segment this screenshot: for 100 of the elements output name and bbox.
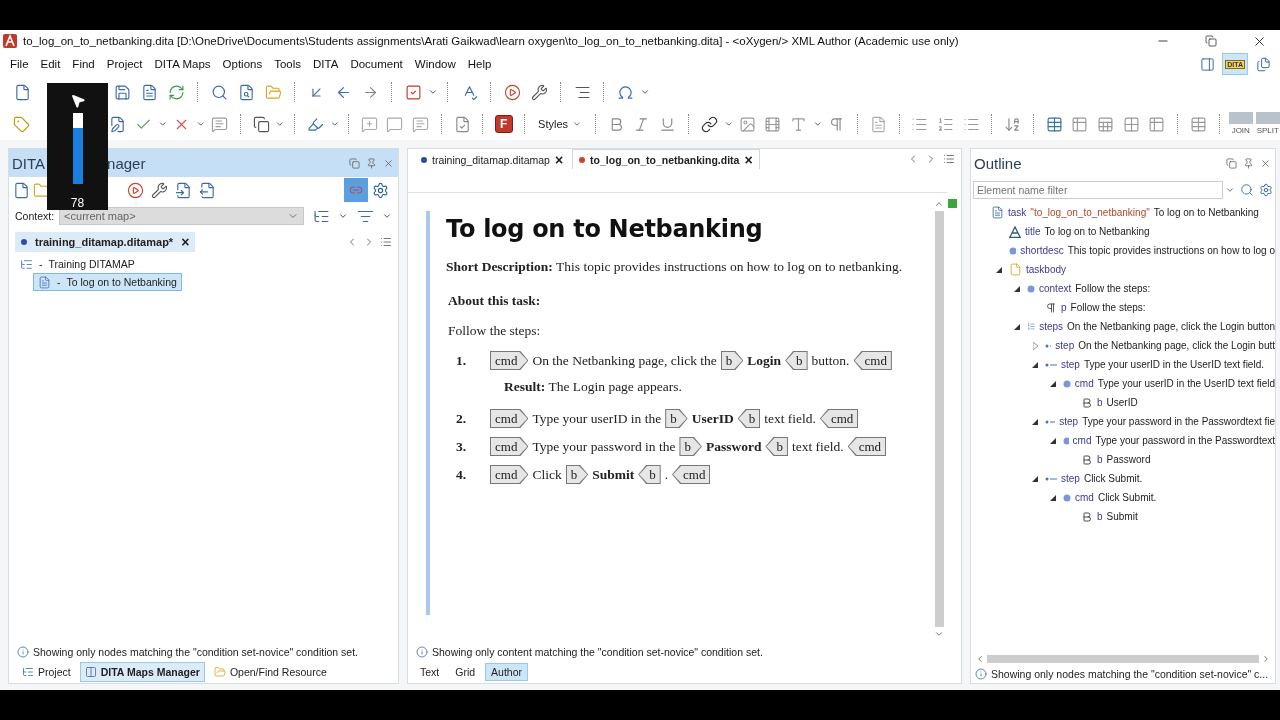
start-tag-marker[interactable]: cmd xyxy=(490,351,529,370)
mode-tab[interactable]: Author xyxy=(485,663,529,681)
element-text: Submit xyxy=(1106,511,1138,522)
element-text: Follow the steps: xyxy=(1070,302,1146,313)
tab-close-button[interactable]: × xyxy=(554,151,564,168)
step-text: text field. xyxy=(791,438,844,455)
element-name: shortdesc xyxy=(1020,245,1064,256)
step-result: Result: The Login page appears. xyxy=(504,379,683,395)
element-name: context xyxy=(1039,283,1072,294)
start-tag-marker[interactable]: cmd xyxy=(490,465,529,484)
element-text: To log on to Netbanking xyxy=(1153,207,1259,218)
element-text: Follow the steps: xyxy=(1075,283,1151,294)
start-tag-marker[interactable]: b xyxy=(679,437,702,456)
context-label: Context: xyxy=(15,210,55,222)
menu-item[interactable]: Options xyxy=(216,58,269,70)
element-id: "to_log_on_to_netbanking" xyxy=(1030,207,1150,218)
end-tag-marker[interactable]: b xyxy=(737,409,761,428)
window-title: to_log_on_to_netbanking.dita [D:\OneDrive\Documents\Students assignments\Arati Gaikwad\learn oxygen\to_log_on_to_netbanking.dita] - <oXygen/> XML Author (Academic use only) xyxy=(23,35,960,47)
menu-item[interactable]: Window xyxy=(408,58,462,70)
step-number: 1. xyxy=(456,352,468,369)
menu-item[interactable]: DITA xyxy=(307,58,345,70)
document-title: To log on to Netbanking xyxy=(446,215,764,243)
start-tag-marker[interactable]: b xyxy=(565,465,589,484)
bold-text: UserID xyxy=(691,410,734,427)
tab-close-button[interactable]: × xyxy=(181,234,190,250)
step-text: button. xyxy=(811,352,850,369)
element-name: step xyxy=(1061,359,1080,370)
menu-item[interactable]: Edit xyxy=(34,58,67,70)
f-button[interactable]: F xyxy=(492,112,516,136)
element-text: Type your password in the Passwordtext fie xyxy=(1082,416,1275,427)
element-name: steps xyxy=(1039,321,1064,332)
table-tool-button[interactable]: SPLIT xyxy=(1255,112,1280,136)
element-name: title xyxy=(1025,226,1041,237)
step-text: Click xyxy=(532,466,562,483)
context-text: Follow the steps: xyxy=(448,323,542,339)
bold-text: Password xyxy=(705,438,762,455)
element-name: b xyxy=(1097,397,1103,408)
element-text: Type your password in the Passwordtext xyxy=(1095,435,1275,446)
end-tag-marker[interactable]: cmd xyxy=(672,465,711,484)
element-name: cmd xyxy=(1072,435,1092,446)
panel-title: nager xyxy=(107,154,146,172)
step-text: . xyxy=(664,466,669,483)
step-number: 3. xyxy=(456,438,468,455)
element-filter-field[interactable]: Element name filter xyxy=(973,181,1223,199)
panel-tab[interactable]: DITA Maps Manager xyxy=(79,662,205,682)
end-tag-marker[interactable]: cmd xyxy=(853,351,892,370)
tab-label: to_log_on_to_netbanking.dita xyxy=(590,153,740,166)
end-tag-marker[interactable]: b xyxy=(785,351,808,370)
end-tag-marker[interactable]: b xyxy=(638,465,661,484)
map-tab[interactable]: training_ditamap.ditamap* × xyxy=(15,232,196,252)
editor-tab[interactable]: to_log_on_to_netbanking.dita × xyxy=(572,149,760,169)
mode-tab[interactable]: Text xyxy=(414,663,446,681)
tab-label: training_ditamap.ditamap* xyxy=(35,236,174,248)
menu-item[interactable]: File xyxy=(4,58,35,70)
element-name: b xyxy=(1097,454,1103,465)
bold-text: Submit xyxy=(592,466,635,483)
status-message: Showing only content matching the "condition set-novice" condition set. xyxy=(432,646,763,658)
start-tag-marker[interactable]: cmd xyxy=(490,437,529,456)
end-tag-marker[interactable]: cmd xyxy=(819,409,859,428)
menu-item[interactable]: Project xyxy=(100,58,149,70)
mode-tab[interactable]: Grid xyxy=(449,663,482,681)
editor-tab[interactable]: training_ditamap.ditamap × xyxy=(414,149,571,169)
element-name: step xyxy=(1061,473,1080,484)
styles-dropdown[interactable]: Styles xyxy=(534,113,587,135)
element-text: Type your userID in the UserID text field. xyxy=(1083,359,1264,370)
element-name: step xyxy=(1059,416,1079,427)
element-name: cmd xyxy=(1075,492,1094,503)
element-name: step xyxy=(1055,340,1075,351)
element-name: task xyxy=(1008,207,1027,218)
element-text: Password xyxy=(1106,454,1151,465)
end-tag-marker[interactable]: cmd xyxy=(847,437,887,456)
panel-tab[interactable]: Open/Find Resource xyxy=(208,662,332,682)
element-text: UserID xyxy=(1106,397,1138,408)
step-text: On the Netbanking page, click the xyxy=(532,352,717,369)
start-tag-marker[interactable]: b xyxy=(665,409,688,428)
map-tree-item[interactable]: - Training DITAMAP xyxy=(15,255,140,273)
element-text: Type your userID in the UserID text field xyxy=(1097,378,1275,389)
element-text: On the Netbanking page, click the Login button xyxy=(1067,321,1275,332)
menu-item[interactable]: Find xyxy=(66,58,101,70)
tab-close-button[interactable]: × xyxy=(744,151,753,168)
menu-item[interactable]: Document xyxy=(344,58,409,70)
start-tag-marker[interactable]: b xyxy=(720,351,744,370)
element-text: On the Netbanking page, click the Login butt xyxy=(1078,340,1275,351)
menu-item[interactable]: Help xyxy=(461,58,498,70)
context-dropdown[interactable]: <current map> xyxy=(59,207,304,225)
menu-item[interactable]: DITA Maps xyxy=(148,58,217,70)
start-tag-marker[interactable]: cmd xyxy=(490,409,529,428)
end-tag-marker[interactable]: b xyxy=(765,437,788,456)
step-text: Type your userID in the xyxy=(532,410,662,427)
element-name: b xyxy=(1097,511,1103,522)
step-number: 4. xyxy=(456,466,468,483)
panel-tab[interactable]: Project xyxy=(17,662,76,682)
tab-label: training_ditamap.ditamap xyxy=(432,153,550,166)
status-message: Showing only nodes matching the "condition set-novice" c... xyxy=(991,668,1269,680)
element-name: p xyxy=(1061,302,1067,313)
panel-title: Outline xyxy=(974,154,1022,172)
menu-item[interactable]: Tools xyxy=(268,58,308,70)
status-message: Showing only nodes matching the "condition set-novice" condition set. xyxy=(33,646,358,658)
map-tree-item[interactable]: - To log on to Netbanking xyxy=(33,273,182,291)
table-tool-button[interactable]: JOIN xyxy=(1228,112,1253,136)
